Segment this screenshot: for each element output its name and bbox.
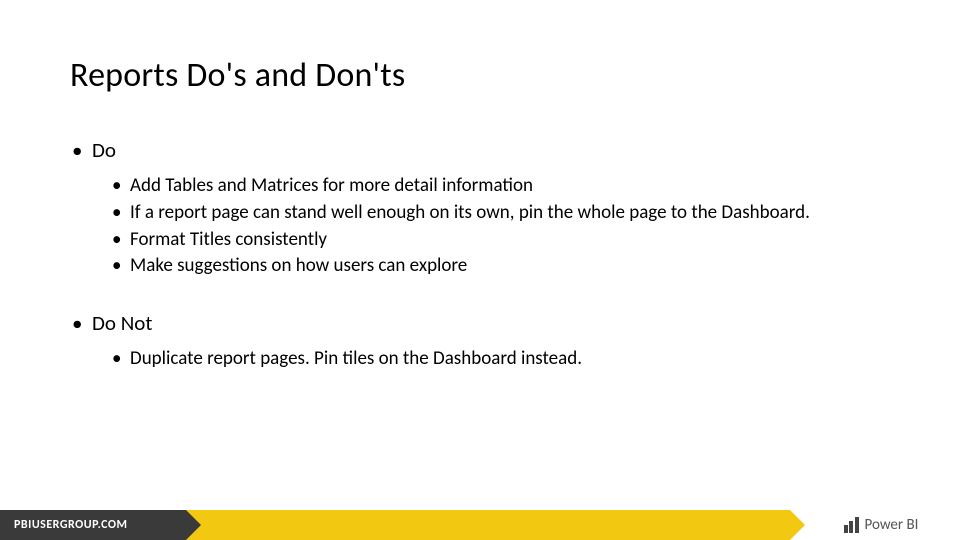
slide-title: Reports Do's and Don'ts (70, 55, 890, 96)
section-heading-donot: Do Not (70, 309, 890, 337)
powerbi-icon (844, 517, 859, 533)
list-item: Make suggestions on how users can explor… (70, 254, 890, 279)
footer-site-label: PBIUSERGROUP.COM (0, 510, 186, 540)
bullet-list: Do Not Duplicate report pages. Pin tiles… (70, 309, 890, 372)
section-gap (70, 281, 890, 309)
footer-accent-bar (186, 510, 790, 540)
list-item: Duplicate report pages. Pin tiles on the… (70, 347, 890, 372)
list-item: If a report page can stand well enough o… (70, 201, 890, 226)
footer-brand: Power BI (790, 510, 960, 540)
footer: PBIUSERGROUP.COM Power BI (0, 510, 960, 540)
list-item: Format Titles consistently (70, 228, 890, 253)
bullet-list: Do Add Tables and Matrices for more deta… (70, 136, 890, 279)
slide-content: Reports Do's and Don'ts Do Add Tables an… (0, 0, 960, 372)
list-item: Add Tables and Matrices for more detail … (70, 174, 890, 199)
powerbi-text: Power BI (865, 516, 919, 534)
section-heading-do: Do (70, 136, 890, 164)
